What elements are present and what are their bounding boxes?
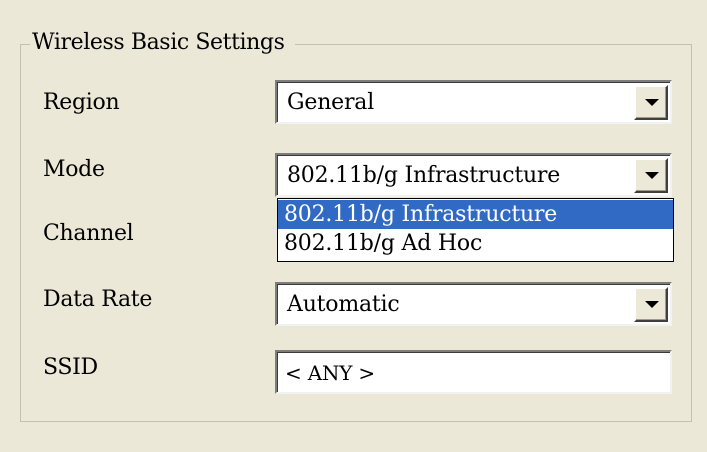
mode-dropdown-list[interactable]: 802.11b/g Infrastructure 802.11b/g Ad Ho… xyxy=(277,198,674,262)
ssid-input[interactable]: < ANY > xyxy=(275,350,672,394)
region-dropdown-button[interactable] xyxy=(634,85,668,120)
mode-option-ad-hoc[interactable]: 802.11b/g Ad Hoc xyxy=(278,229,673,258)
mode-dropdown-button[interactable] xyxy=(634,158,668,193)
region-label: Region xyxy=(43,90,120,115)
mode-label: Mode xyxy=(43,157,105,182)
ssid-label: SSID xyxy=(43,355,98,380)
ssid-value: < ANY > xyxy=(285,361,375,385)
mode-select[interactable]: 802.11b/g Infrastructure xyxy=(275,153,672,197)
chevron-down-icon xyxy=(645,99,659,106)
chevron-down-icon xyxy=(645,301,659,308)
group-title: Wireless Basic Settings xyxy=(30,28,295,58)
chevron-down-icon xyxy=(645,172,659,179)
mode-option-infrastructure[interactable]: 802.11b/g Infrastructure xyxy=(278,200,673,229)
data-rate-dropdown-button[interactable] xyxy=(634,287,668,322)
channel-label: Channel xyxy=(43,221,134,246)
data-rate-selected-value: Automatic xyxy=(287,292,400,317)
data-rate-label: Data Rate xyxy=(43,287,153,312)
region-selected-value: General xyxy=(287,90,375,115)
mode-selected-value: 802.11b/g Infrastructure xyxy=(287,163,561,188)
region-select[interactable]: General xyxy=(275,80,672,124)
data-rate-select[interactable]: Automatic xyxy=(275,282,672,326)
